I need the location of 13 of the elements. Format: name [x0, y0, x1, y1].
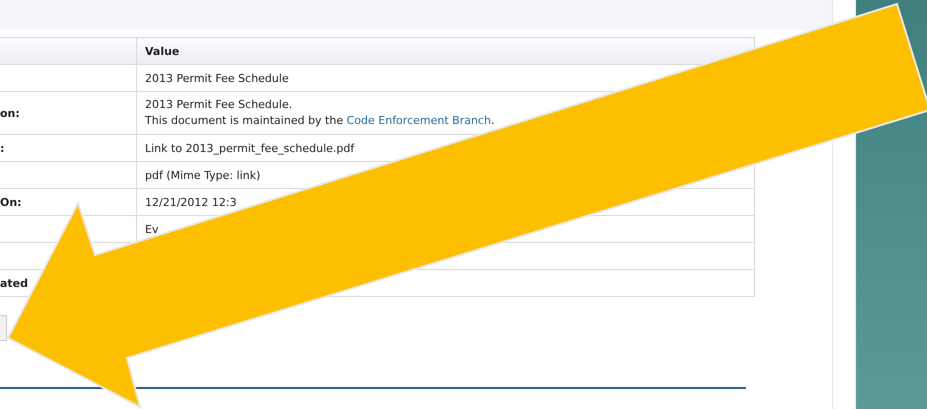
field-value: 12/21/2012 12:3 — [145, 196, 237, 208]
field-value: Link to 2013_permit_fee_schedule.pdf — [145, 142, 354, 154]
field-value: 2013 Permit Fee Schedule. — [145, 97, 294, 113]
field-value: 2013 Permit Fee Schedule — [145, 72, 289, 84]
branch-link[interactable]: Code Enforcement Branch — [346, 114, 491, 127]
small-button[interactable] — [0, 315, 7, 341]
column-heading: Value — [145, 44, 180, 58]
field-label: on: — [0, 106, 20, 120]
field-value: Ev — [145, 222, 158, 236]
field-label: On: — [0, 196, 22, 208]
field-label: : — [0, 142, 4, 154]
field-value: pdf (Mime Type: link) — [145, 168, 260, 182]
field-label: ated — [0, 276, 28, 290]
